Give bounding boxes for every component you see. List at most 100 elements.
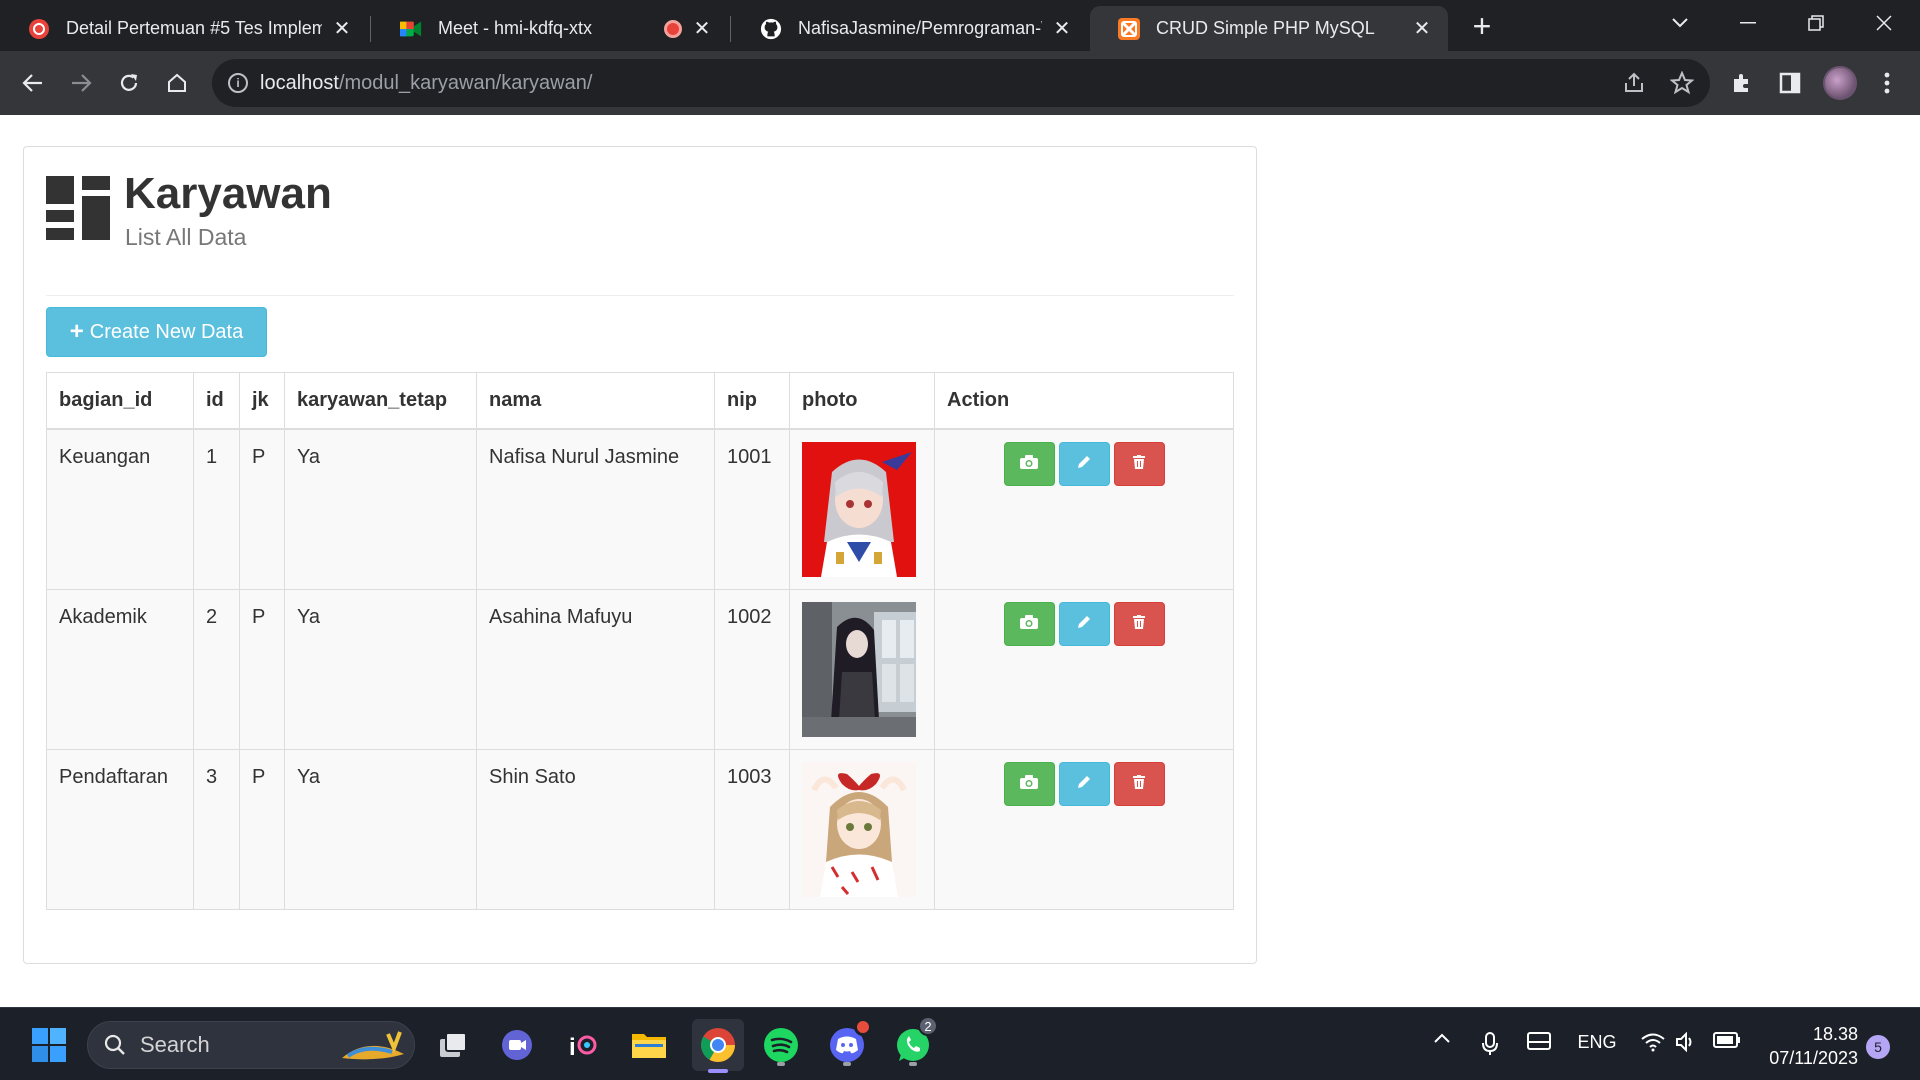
cell-nip: 1001 <box>714 428 790 590</box>
edit-button[interactable] <box>1058 441 1110 486</box>
photo-button[interactable] <box>1003 601 1055 646</box>
new-tab-button[interactable]: + <box>1466 8 1498 44</box>
column-header: karyawan_tetap <box>284 372 477 430</box>
cell-id: 2 <box>193 588 240 750</box>
edit-button[interactable] <box>1058 761 1110 806</box>
column-header: photo <box>789 372 935 430</box>
side-panel-icon[interactable] <box>1776 69 1804 97</box>
tab-separator <box>370 16 371 42</box>
search-icon <box>104 1034 126 1056</box>
close-tab-icon[interactable]: ✕ <box>1050 17 1074 41</box>
xampp-icon <box>1118 17 1140 40</box>
microphone-icon[interactable] <box>1478 1032 1502 1056</box>
column-header: bagian_id <box>46 372 194 430</box>
github-icon <box>760 18 782 40</box>
system-clock[interactable]: 18.38 07/11/2023 <box>1758 1022 1858 1070</box>
back-icon[interactable] <box>16 66 50 100</box>
chrome-taskbar-icon[interactable] <box>692 1019 744 1073</box>
photo-button[interactable] <box>1003 761 1055 806</box>
ipfs-app-icon[interactable]: i <box>560 1022 606 1068</box>
bookmark-star-icon[interactable] <box>1668 69 1696 97</box>
pencil-icon <box>1077 772 1091 795</box>
column-header: nama <box>476 372 715 430</box>
delete-button[interactable] <box>1113 761 1165 806</box>
spotify-icon[interactable] <box>758 1022 804 1068</box>
tab-title: CRUD Simple PHP MySQL <box>1156 18 1375 38</box>
table-row: Keuangan 1 P Ya Nafisa Nurul Jasmine 100… <box>46 428 1234 590</box>
share-icon[interactable] <box>1620 69 1648 97</box>
taskbar-search[interactable]: Search <box>87 1021 415 1069</box>
browser-toolbar: i localhost/modul_karyawan/karyawan/ <box>0 51 1920 115</box>
content-panel: Karyawan List All Data + Create New Data… <box>23 146 1257 964</box>
camera-icon <box>1020 452 1038 475</box>
show-hidden-icons-icon[interactable] <box>1430 1032 1454 1044</box>
restore-icon[interactable] <box>1786 6 1846 40</box>
cell-nama: Shin Sato <box>476 748 715 910</box>
table-header-row: bagian_id id jk karyawan_tetap nama nip … <box>46 372 1234 430</box>
column-header: jk <box>239 372 285 430</box>
cell-jk: P <box>239 428 285 590</box>
reload-icon[interactable] <box>112 66 146 100</box>
tab-github[interactable]: NafisaJasmine/Pemrograman-W ✕ <box>732 6 1088 51</box>
tab-title: Detail Pertemuan #5 Tes Implem <box>66 18 322 38</box>
photo-button[interactable] <box>1003 441 1055 486</box>
task-view-icon[interactable] <box>430 1022 476 1068</box>
address-bar[interactable]: i localhost/modul_karyawan/karyawan/ <box>212 59 1710 107</box>
teams-chat-icon[interactable] <box>494 1022 540 1068</box>
active-app-indicator <box>708 1069 728 1073</box>
whatsapp-unread-badge: 2 <box>918 1016 938 1036</box>
running-indicator <box>777 1062 785 1066</box>
tab-detail-pertemuan[interactable]: Detail Pertemuan #5 Tes Implem ✕ <box>0 6 368 51</box>
site-info-icon[interactable]: i <box>228 73 248 93</box>
whatsapp-icon[interactable]: 2 <box>890 1016 938 1068</box>
cell-bagian-id: Keuangan <box>46 428 194 590</box>
discord-icon[interactable] <box>824 1018 872 1068</box>
page-title: Karyawan <box>124 169 332 218</box>
close-tab-icon[interactable]: ✕ <box>690 17 714 41</box>
cell-bagian-id: Akademik <box>46 588 194 750</box>
url-host: localhost <box>260 71 339 94</box>
tab-search-icon[interactable] <box>1650 6 1710 40</box>
wifi-icon[interactable] <box>1640 1032 1666 1052</box>
forward-icon[interactable] <box>64 66 98 100</box>
tab-crud-active[interactable]: CRUD Simple PHP MySQL ✕ <box>1090 6 1448 51</box>
keyboard-layout-icon[interactable] <box>1526 1032 1552 1050</box>
minimize-icon[interactable] <box>1718 6 1778 40</box>
close-window-icon[interactable] <box>1854 6 1914 40</box>
trash-icon <box>1133 452 1145 475</box>
create-button-label: Create New Data <box>89 320 244 343</box>
plus-icon: + <box>69 318 84 345</box>
delete-button[interactable] <box>1113 601 1165 646</box>
tab-meet[interactable]: Meet - hmi-kdfq-xtx ✕ <box>372 6 728 51</box>
tab-strip: Detail Pertemuan #5 Tes Implem ✕ Meet - … <box>0 0 1920 51</box>
edit-button[interactable] <box>1058 601 1110 646</box>
google-meet-icon <box>400 18 422 40</box>
employee-photo <box>802 601 916 737</box>
header-divider <box>46 295 1234 296</box>
svg-text:i: i <box>569 1034 576 1061</box>
close-tab-icon[interactable]: ✕ <box>1410 17 1434 41</box>
volume-icon[interactable] <box>1674 1032 1698 1052</box>
column-header: nip <box>714 372 790 430</box>
home-icon[interactable] <box>160 66 194 100</box>
profile-avatar[interactable] <box>1823 66 1857 100</box>
column-header: id <box>193 372 240 430</box>
chrome-menu-icon[interactable] <box>1873 69 1901 97</box>
create-new-data-button[interactable]: + Create New Data <box>46 307 267 357</box>
running-indicator <box>909 1062 917 1066</box>
file-explorer-icon[interactable] <box>626 1022 672 1068</box>
cell-action <box>934 748 1234 910</box>
employee-photo <box>802 441 916 577</box>
cell-id: 3 <box>193 748 240 910</box>
cell-karyawan-tetap: Ya <box>284 748 477 910</box>
extensions-icon[interactable] <box>1728 69 1756 97</box>
windows-start-icon[interactable] <box>26 1022 72 1068</box>
karyawan-table: bagian_id id jk karyawan_tetap nama nip … <box>46 372 1234 910</box>
battery-icon[interactable] <box>1712 1032 1742 1048</box>
delete-button[interactable] <box>1113 441 1165 486</box>
tab-title: Meet - hmi-kdfq-xtx <box>438 18 593 38</box>
close-tab-icon[interactable]: ✕ <box>330 17 354 41</box>
column-header: Action <box>934 372 1234 430</box>
language-indicator[interactable]: ENG <box>1574 1032 1620 1053</box>
notification-count-badge[interactable]: 5 <box>1866 1035 1890 1059</box>
